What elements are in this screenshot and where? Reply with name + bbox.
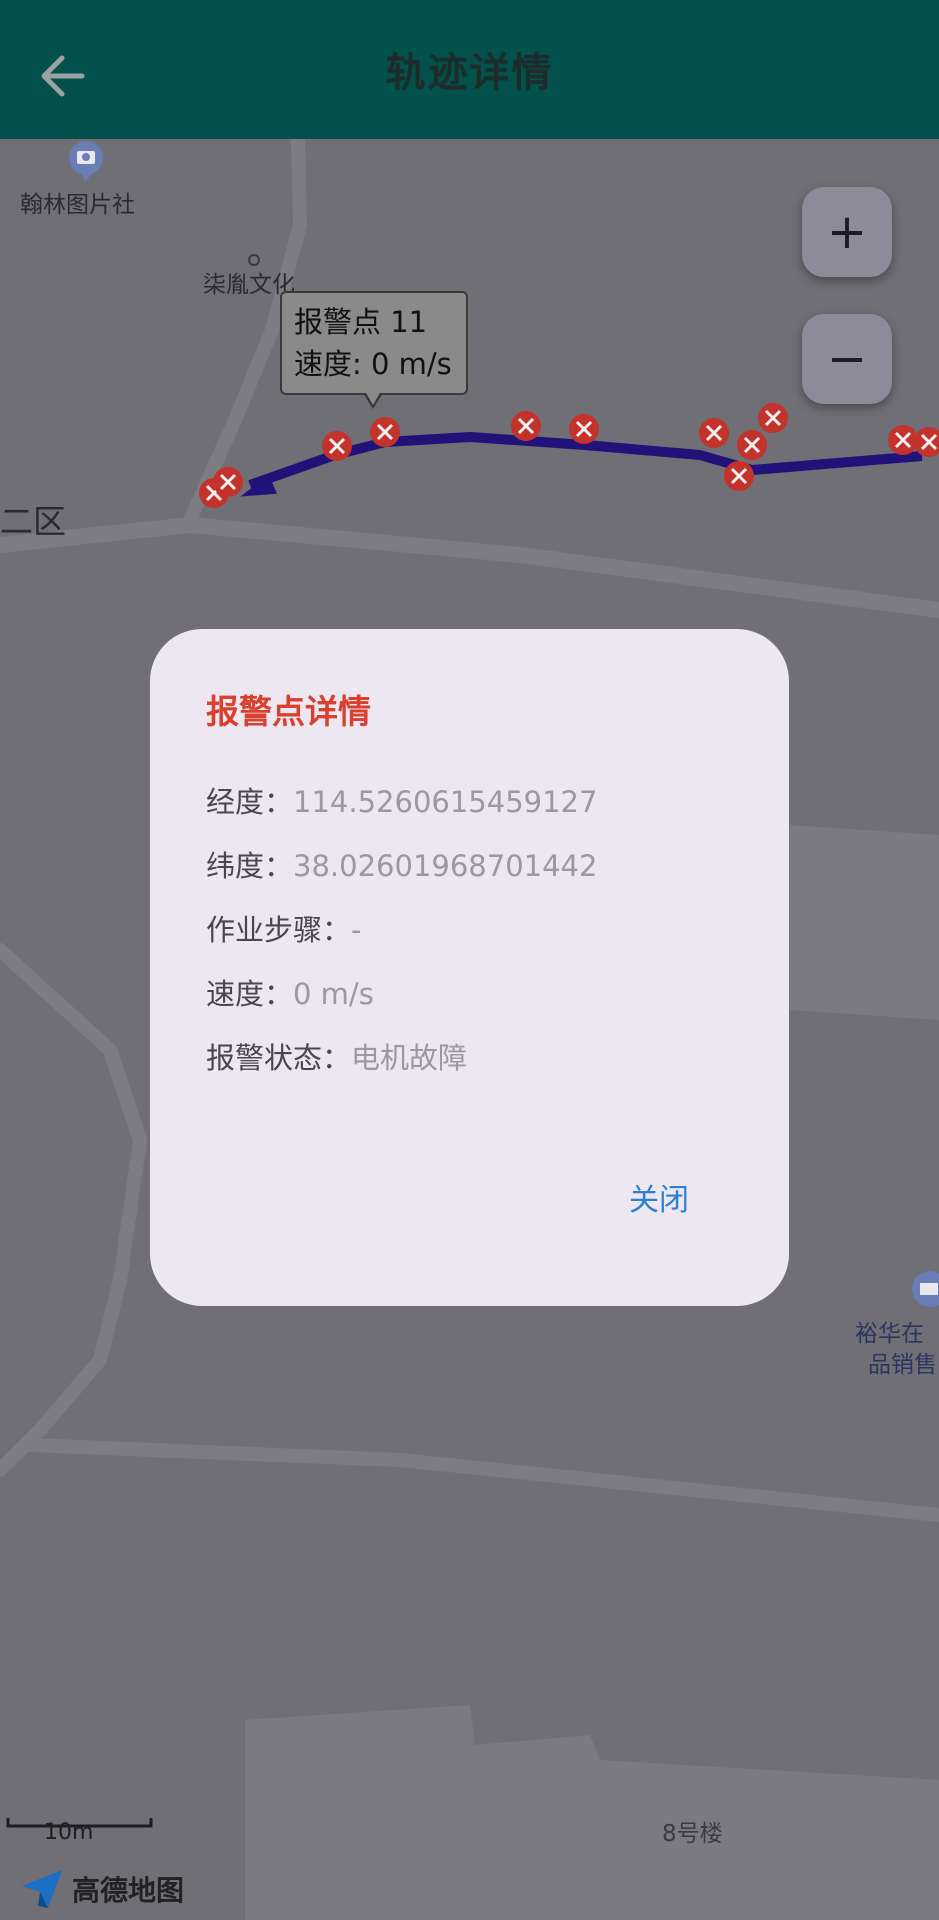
row-label: 纬度：: [206, 849, 294, 883]
row-label: 速度：: [206, 977, 294, 1011]
poi-label[interactable]: 品销售: [868, 1345, 937, 1379]
marker-tooltip: 报警点 11 速度: 0 m/s: [280, 291, 468, 395]
row-value: 电机故障: [351, 1041, 468, 1075]
zoom-in-button[interactable]: +: [802, 187, 892, 277]
longitude-row: 经度：114.5260615459127: [206, 779, 597, 821]
alarm-status-row: 报警状态：电机故障: [206, 1035, 467, 1077]
row-value: 38.02601968701442: [293, 849, 598, 883]
row-label: 作业步骤：: [206, 913, 352, 947]
shop-icon: [912, 1271, 939, 1307]
row-value: 114.5260615459127: [293, 785, 598, 819]
speed-row: 速度：0 m/s: [206, 971, 374, 1013]
plus-icon: +: [826, 204, 868, 260]
row-label: 经度：: [206, 785, 294, 819]
map-logo: 高德地图: [18, 1866, 184, 1912]
camera-icon: [69, 141, 103, 182]
step-row: 作业步骤：-: [206, 907, 361, 949]
poi-label[interactable]: 裕华在: [855, 1314, 924, 1348]
dot-icon: [248, 254, 260, 266]
poi-label[interactable]: 翰林图片社: [20, 185, 135, 219]
area-label: 二区: [0, 502, 66, 541]
minus-icon: −: [826, 331, 868, 387]
building-label: 8号楼: [662, 1821, 723, 1847]
row-value: 0 m/s: [293, 977, 374, 1011]
row-value: -: [351, 913, 362, 947]
tooltip-speed: 速度: 0 m/s: [294, 347, 452, 381]
row-label: 报警状态：: [206, 1041, 352, 1075]
tooltip-pointer: [363, 391, 383, 409]
page-title: 轨迹详情: [385, 50, 554, 96]
close-button[interactable]: 关闭: [629, 1175, 689, 1219]
alarm-markers[interactable]: [199, 403, 939, 508]
scale-bar: [6, 1818, 153, 1828]
alarm-detail-dialog: 报警点详情 经度：114.5260615459127 纬度：38.0260196…: [150, 629, 789, 1306]
dialog-title: 报警点详情: [206, 692, 371, 731]
latitude-row: 纬度：38.02601968701442: [206, 843, 597, 885]
amap-logo-icon: [22, 1870, 62, 1908]
app-header: 轨迹详情: [0, 0, 939, 139]
logo-text: 高德地图: [72, 1874, 185, 1907]
tooltip-title: 报警点 11: [294, 305, 428, 339]
zoom-out-button[interactable]: −: [802, 314, 892, 404]
